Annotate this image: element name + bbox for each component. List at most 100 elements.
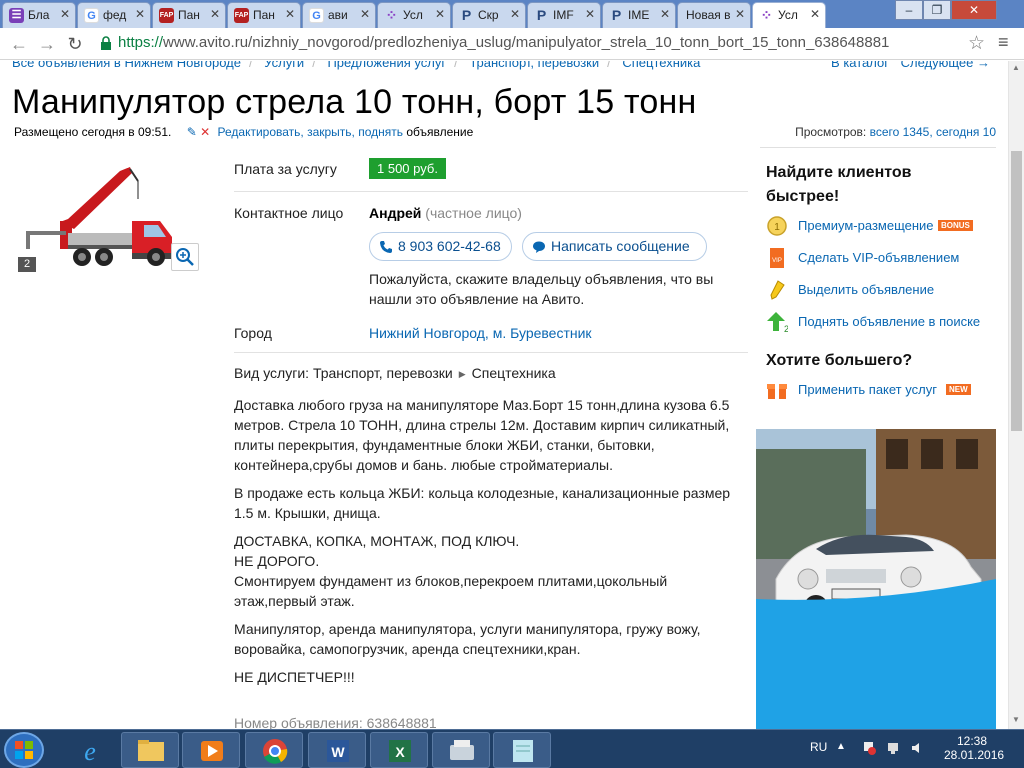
taskbar-explorer-icon[interactable] xyxy=(121,732,179,768)
url-scheme: https:// xyxy=(118,34,164,51)
city-label: Город xyxy=(234,325,272,341)
phone-icon xyxy=(380,241,392,253)
description-paragraph: В продаже есть кольца ЖБИ: кольца колоде… xyxy=(234,485,731,521)
description-paragraph: Манипулятор, аренда манипулятора, услуги… xyxy=(234,621,701,657)
want-more-heading: Хотите большего? xyxy=(766,352,913,369)
close-icon[interactable]: ✕ xyxy=(810,7,820,21)
vertical-scrollbar[interactable]: ▲ ▼ xyxy=(1008,61,1024,729)
scrollbar-thumb[interactable] xyxy=(1011,151,1022,431)
list-icon: ☰ xyxy=(9,8,24,23)
vip-icon: VIP xyxy=(770,248,784,268)
close-icon[interactable]: ✕ xyxy=(135,7,145,21)
browser-tab[interactable]: P IMF ✕ xyxy=(527,2,601,28)
breadcrumb-link[interactable]: Транспорт, перевозки xyxy=(469,61,599,70)
package-link[interactable]: Применить пакет услуг xyxy=(798,382,937,397)
taskbar-chrome-icon[interactable] xyxy=(245,732,303,768)
clock[interactable]: 12:38 28.01.2016 xyxy=(944,734,1005,762)
write-message-button[interactable]: Написать сообщение xyxy=(522,232,707,261)
chat-bubble-icon xyxy=(533,241,545,253)
keyboard-language[interactable]: RU xyxy=(810,740,827,754)
avito-icon: ⁘ xyxy=(760,7,773,23)
forward-arrow-icon[interactable]: → xyxy=(36,33,58,55)
address-bar: ← → ↻ https://www.avito.ru/nizhniy_novgo… xyxy=(0,28,1024,60)
bookmark-star-icon[interactable]: ☆ xyxy=(968,32,985,55)
browser-tab[interactable]: G ави ✕ xyxy=(302,2,376,28)
close-icon[interactable]: ✕ xyxy=(660,7,670,21)
flag-error-icon[interactable] xyxy=(862,741,876,755)
phone-number: 8 903 602-42-68 xyxy=(398,238,501,254)
taskbar-excel-icon[interactable]: X xyxy=(370,732,428,768)
highlighter-icon xyxy=(770,280,785,300)
close-icon[interactable]: ✕ xyxy=(510,7,520,21)
taskbar-fax-icon[interactable] xyxy=(432,732,490,768)
breadcrumb-link[interactable]: Все объявления в Нижнем Новгороде xyxy=(12,61,241,70)
scroll-down-arrow-icon[interactable]: ▼ xyxy=(1012,715,1020,724)
volume-icon[interactable] xyxy=(910,741,924,755)
browser-tab[interactable]: Новая в ✕ xyxy=(677,2,751,28)
clock-date: 28.01.2016 xyxy=(944,748,1005,762)
p-icon: P xyxy=(536,7,547,23)
divider xyxy=(234,352,748,353)
close-icon[interactable]: ✕ xyxy=(435,7,445,21)
browser-tab[interactable]: FAP Пан ✕ xyxy=(227,2,301,28)
close-icon[interactable]: ✕ xyxy=(60,7,70,21)
windows-logo-icon xyxy=(15,741,33,759)
browser-tab[interactable]: P Скр ✕ xyxy=(452,2,526,28)
edit-suffix: объявление xyxy=(403,125,474,139)
phone-button[interactable]: 8 903 602-42-68 xyxy=(369,232,512,261)
service-type-category: Транспорт, перевозки xyxy=(312,365,453,381)
contact-name: Андрей (частное лицо) xyxy=(369,205,522,221)
highlight-link[interactable]: Выделить объявление xyxy=(798,282,934,297)
browser-tab[interactable]: G фед ✕ xyxy=(77,2,151,28)
edit-listing-link[interactable]: Редактировать, закрыть, поднять xyxy=(218,125,403,139)
close-icon[interactable]: ✕ xyxy=(285,7,295,21)
close-icon[interactable]: ✕ xyxy=(585,7,595,21)
to-catalog-link[interactable]: В каталог xyxy=(831,61,889,70)
zoom-button[interactable] xyxy=(171,243,199,271)
svg-text:X: X xyxy=(395,744,405,760)
vip-link[interactable]: Сделать VIP-объявлением xyxy=(798,250,959,265)
city-link[interactable]: Нижний Новгород, м. Буревестник xyxy=(369,325,592,341)
reload-icon[interactable]: ↻ xyxy=(64,33,86,55)
back-arrow-icon[interactable]: ← xyxy=(8,33,30,55)
browser-tab-active[interactable]: ⁘ Усл ✕ xyxy=(752,2,826,28)
advertisement-banner[interactable] xyxy=(756,429,996,729)
next-listing-link[interactable]: Следующее → xyxy=(901,61,990,70)
taskbar-media-icon[interactable] xyxy=(182,732,240,768)
close-icon[interactable]: ✕ xyxy=(360,7,370,21)
page-content: Все объявления в Нижнем Новгороде / Услуг… xyxy=(0,61,1008,729)
raise-link[interactable]: Поднять объявление в поиске xyxy=(798,314,980,329)
svg-text:2: 2 xyxy=(784,324,788,333)
premium-placement-link[interactable]: Премиум-размещение xyxy=(798,218,934,233)
browser-menu-icon[interactable]: ≡ xyxy=(998,32,1009,53)
browser-tab[interactable]: ☰ Бла ✕ xyxy=(2,2,76,28)
breadcrumb-link[interactable]: Услуги xyxy=(264,61,304,70)
window-close-icon[interactable]: ✕ xyxy=(951,0,997,20)
tab-label: IME xyxy=(628,8,650,22)
promo-heading: Найдите клиентов быстрее! xyxy=(766,164,912,205)
close-icon[interactable]: ✕ xyxy=(735,7,745,21)
browser-tab[interactable]: ⁘ Усл ✕ xyxy=(377,2,451,28)
close-icon[interactable]: ✕ xyxy=(210,7,220,21)
maximize-icon[interactable]: ❐ xyxy=(923,0,951,20)
breadcrumb-link[interactable]: Предложения услуг xyxy=(327,61,446,70)
tray-expand-icon[interactable]: ▲ xyxy=(836,741,850,755)
breadcrumb-link[interactable]: Спецтехника xyxy=(622,61,700,70)
url-field[interactable]: https://www.avito.ru/nizhniy_novgorod/pr… xyxy=(96,32,996,56)
pencil-icon: ✎ xyxy=(186,125,197,139)
url-path: www.avito.ru/nizhniy_novgorod/predlozhen… xyxy=(163,34,890,51)
start-button[interactable] xyxy=(4,732,44,768)
browser-tab[interactable]: P IME ✕ xyxy=(602,2,676,28)
views-link[interactable]: всего 1345, сегодня 10 xyxy=(870,125,996,139)
scroll-up-arrow-icon[interactable]: ▲ xyxy=(1012,63,1020,72)
taskbar-notepad-icon[interactable] xyxy=(493,732,551,768)
svg-text:1: 1 xyxy=(774,222,780,233)
taskbar-ie-icon[interactable]: e xyxy=(60,732,118,768)
taskbar-word-icon[interactable]: W xyxy=(308,732,366,768)
minimize-icon[interactable]: – xyxy=(895,0,923,20)
description-paragraph: НЕ ДИСПЕТЧЕР!!! xyxy=(234,669,355,685)
browser-tab[interactable]: FAP Пан ✕ xyxy=(152,2,226,28)
svg-text:e: e xyxy=(84,737,96,766)
network-icon[interactable] xyxy=(886,741,900,755)
lock-icon xyxy=(101,36,111,50)
